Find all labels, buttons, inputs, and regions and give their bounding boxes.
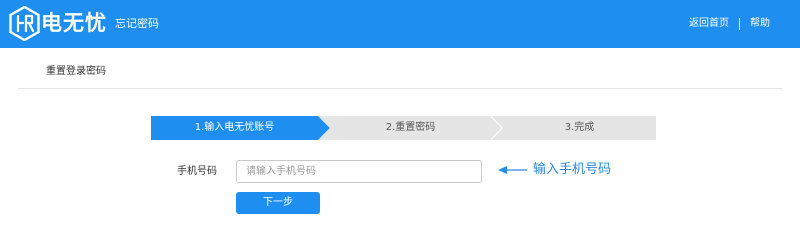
step-1-label: 1.输入电无忧账号: [194, 122, 275, 133]
phone-label: 手机号码: [177, 166, 217, 177]
brand-logo-icon[interactable]: [9, 6, 40, 41]
home-link[interactable]: 返回首页: [689, 16, 729, 32]
section-divider: [18, 88, 783, 89]
section-title: 重置登录密码: [46, 66, 106, 77]
page-subtitle: 忘记密码: [115, 17, 159, 30]
brand-name: 电无忧: [41, 11, 107, 35]
top-header: 电无忧 忘记密码 返回首页 帮助: [0, 0, 800, 48]
phone-input[interactable]: [236, 160, 482, 183]
step-progress: 1.输入电无忧账号 2.重置密码 3.完成: [151, 116, 656, 140]
phone-hint: 输入手机号码: [533, 162, 612, 177]
header-nav: 返回首页 帮助: [689, 16, 770, 32]
help-link[interactable]: 帮助: [750, 16, 770, 32]
next-step-button[interactable]: 下一步: [236, 192, 320, 214]
arrow-left-icon: [498, 166, 527, 174]
step-2-label: 2.重置密码: [385, 122, 436, 133]
step-3-label: 3.完成: [564, 122, 595, 133]
nav-divider: [739, 18, 740, 30]
